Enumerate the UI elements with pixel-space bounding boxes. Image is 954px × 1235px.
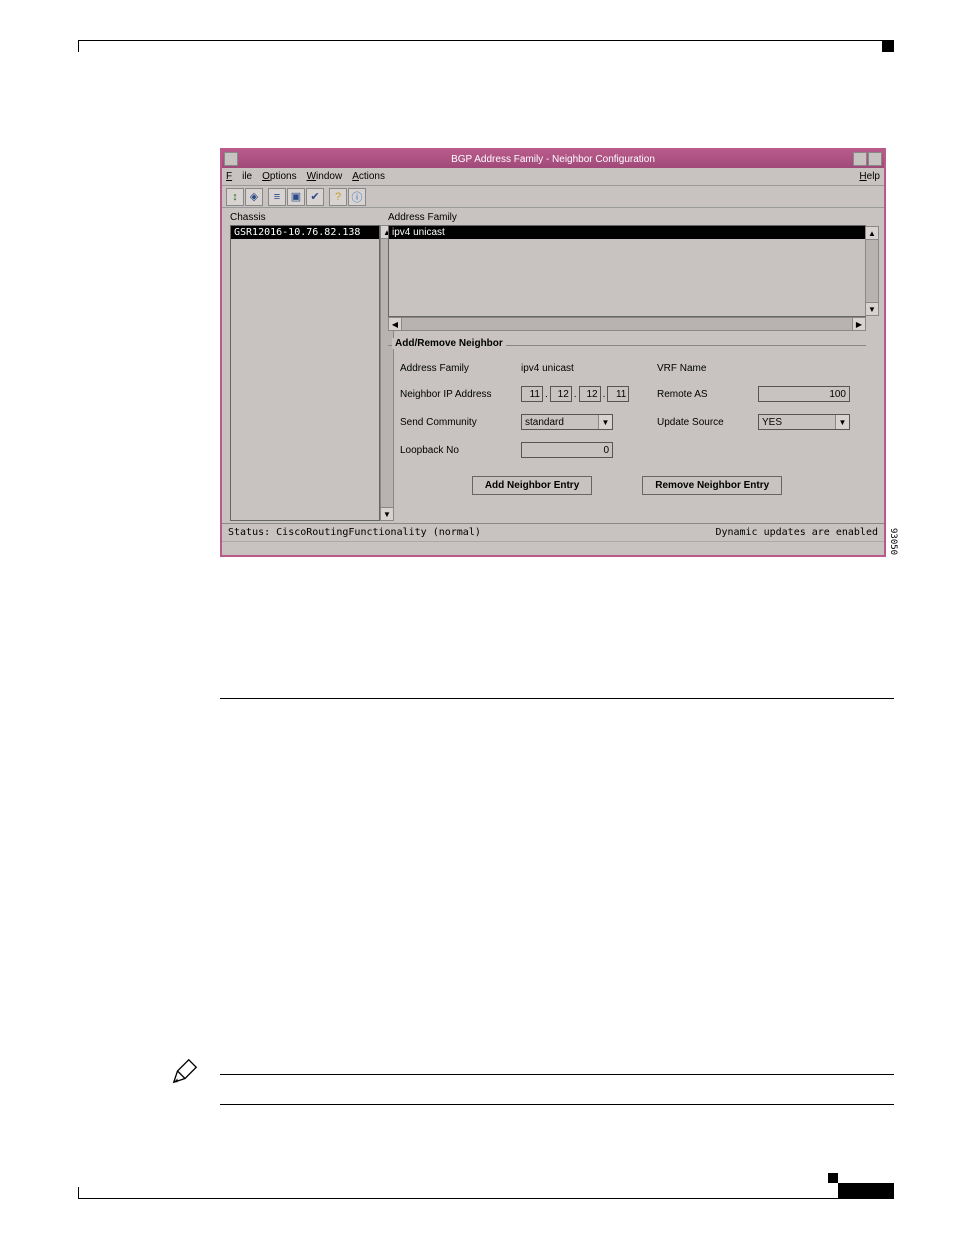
status-text-left: Status: CiscoRoutingFunctionality (norma… — [228, 527, 481, 538]
menu-file[interactable]: File — [226, 171, 252, 182]
toolbar-btn-info[interactable]: ⓘ — [348, 188, 366, 206]
af-h-scrollbar[interactable]: ◀ ▶ — [388, 317, 866, 331]
address-family-list-item[interactable]: ipv4 unicast — [389, 226, 865, 239]
divider — [220, 1074, 894, 1075]
remove-neighbor-button[interactable]: Remove Neighbor Entry — [642, 476, 782, 495]
scroll-down-icon[interactable]: ▼ — [380, 507, 394, 521]
chevron-down-icon[interactable]: ▼ — [598, 415, 612, 429]
menu-actions[interactable]: Actions — [352, 171, 385, 182]
scroll-up-icon[interactable]: ▲ — [865, 226, 879, 240]
toolbar-btn-help[interactable]: ? — [329, 188, 347, 206]
maximize-icon[interactable] — [868, 152, 882, 166]
status-bar: Status: CiscoRoutingFunctionality (norma… — [222, 523, 884, 541]
ip-octet-2[interactable]: 12 — [550, 386, 572, 402]
scroll-track[interactable] — [865, 240, 879, 302]
send-community-value: standard — [525, 417, 564, 428]
ip-octet-3[interactable]: 12 — [579, 386, 601, 402]
group-title: Add/Remove Neighbor — [392, 338, 506, 349]
address-family-list[interactable]: ipv4 unicast ▲ ▼ — [388, 225, 866, 317]
divider — [220, 698, 894, 699]
menu-bar: File Options Window Actions Help — [222, 168, 884, 186]
field-label-vrf-name: VRF Name — [657, 363, 742, 374]
add-remove-neighbor-group: Add/Remove Neighbor Address Family ipv4 … — [388, 345, 866, 505]
page-rule-bottom — [78, 1198, 894, 1199]
system-menu-icon[interactable] — [224, 152, 238, 166]
neighbor-ip-input[interactable]: 11. 12. 12. 11 — [521, 386, 641, 402]
toolbar: ↕ ◈ ≡ ▣ ✔ ? ⓘ — [222, 186, 884, 208]
scroll-down-icon[interactable]: ▼ — [865, 302, 879, 316]
chassis-list[interactable]: GSR12016-10.76.82.138 — [230, 225, 380, 521]
toolbar-btn-5[interactable]: ✔ — [306, 188, 324, 206]
chassis-label: Chassis — [230, 212, 380, 223]
divider — [220, 1104, 894, 1105]
client-area: Chassis GSR12016-10.76.82.138 ▲ ▼ Addres… — [222, 208, 884, 523]
page-corner-br-bar — [838, 1183, 894, 1199]
field-label-send-community: Send Community — [400, 417, 505, 428]
field-label-loopback-no: Loopback No — [400, 445, 505, 456]
ip-octet-1[interactable]: 11 — [521, 386, 543, 402]
toolbar-btn-2[interactable]: ◈ — [245, 188, 263, 206]
scroll-left-icon[interactable]: ◀ — [388, 317, 402, 331]
status-text-right: Dynamic updates are enabled — [715, 527, 878, 538]
window-title: BGP Address Family - Neighbor Configurat… — [451, 154, 655, 165]
address-family-label: Address Family — [388, 212, 866, 223]
chassis-list-item[interactable]: GSR12016-10.76.82.138 — [231, 226, 379, 239]
page-corner-br-accent — [828, 1173, 838, 1183]
ip-octet-4[interactable]: 11 — [607, 386, 629, 402]
field-value-address-family: ipv4 unicast — [521, 363, 641, 374]
field-label-neighbor-ip: Neighbor IP Address — [400, 389, 505, 400]
app-window: BGP Address Family - Neighbor Configurat… — [220, 148, 886, 557]
af-v-scrollbar[interactable]: ▲ ▼ — [865, 226, 879, 316]
note-pencil-icon — [170, 1056, 200, 1086]
remote-as-input[interactable]: 100 — [758, 386, 850, 402]
scroll-track[interactable] — [402, 317, 852, 331]
minimize-icon[interactable] — [853, 152, 867, 166]
toolbar-btn-3[interactable]: ≡ — [268, 188, 286, 206]
menu-options[interactable]: Options — [262, 171, 296, 182]
send-community-select[interactable]: standard ▼ — [521, 414, 613, 430]
update-source-select[interactable]: YES ▼ — [758, 414, 850, 430]
toolbar-btn-1[interactable]: ↕ — [226, 188, 244, 206]
field-label-remote-as: Remote AS — [657, 389, 742, 400]
page-corner-tr — [882, 40, 894, 52]
page-rule-top — [78, 40, 894, 41]
menu-window[interactable]: Window — [307, 171, 343, 182]
menu-help[interactable]: Help — [859, 171, 880, 182]
field-label-update-source: Update Source — [657, 417, 742, 428]
field-label-address-family: Address Family — [400, 363, 505, 374]
update-source-value: YES — [762, 417, 782, 428]
figure-id: 93050 — [888, 528, 898, 555]
titlebar[interactable]: BGP Address Family - Neighbor Configurat… — [222, 150, 884, 168]
add-neighbor-button[interactable]: Add Neighbor Entry — [472, 476, 592, 495]
loopback-no-input[interactable]: 0 — [521, 442, 613, 458]
chevron-down-icon[interactable]: ▼ — [835, 415, 849, 429]
toolbar-btn-4[interactable]: ▣ — [287, 188, 305, 206]
scroll-right-icon[interactable]: ▶ — [852, 317, 866, 331]
status-bar-lower — [222, 541, 884, 555]
page-corner-tl — [78, 40, 90, 52]
